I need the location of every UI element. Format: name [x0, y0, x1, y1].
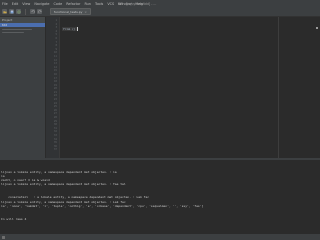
code-editor[interactable]: 1 2 3 4 5 6 7 8 9 10 11 12 13 14 15 16 17 18 19 20 21 22 23 24 2…: [46, 17, 320, 158]
toolbar: functional_tests.py ×: [0, 7, 320, 17]
editor-tab[interactable]: functional_tests.py ×: [50, 8, 91, 15]
scrollbar-marker[interactable]: [316, 27, 318, 29]
console-line: In will raas 4: [1, 216, 27, 221]
project-tree-item[interactable]: [2, 28, 32, 30]
status-icon[interactable]: [2, 235, 5, 239]
line-number-gutter: 1 2 3 4 5 6 7 8 9 10 11 12 13 14 15 16 17 18 19 20 21 22 23 24 2…: [46, 17, 60, 158]
code-text: from (): [62, 27, 77, 31]
menu-vcs[interactable]: VCS: [107, 2, 114, 6]
menu-refactor[interactable]: Refactor: [66, 2, 80, 6]
project-panel: Project tdd: [0, 17, 46, 158]
menu-run[interactable]: Run: [84, 2, 91, 6]
redo-icon[interactable]: [37, 9, 42, 14]
project-tree-item[interactable]: [2, 31, 24, 33]
code-line[interactable]: from (): [62, 27, 78, 31]
menu-tools[interactable]: Tools: [95, 2, 103, 6]
project-tree-item-active[interactable]: tdd: [0, 23, 45, 27]
save-icon[interactable]: [9, 9, 14, 14]
console-output[interactable]: lijnen a lokale entity, a namespace depe…: [0, 160, 320, 234]
text-caret: [77, 27, 78, 31]
open-folder-icon[interactable]: [2, 9, 7, 14]
menu-navigate[interactable]: Navigate: [34, 2, 49, 6]
status-bar: [0, 234, 320, 240]
toolbar-separator: [25, 8, 26, 15]
menu-edit[interactable]: Edit: [12, 2, 19, 6]
close-icon[interactable]: ×: [84, 10, 87, 14]
project-tree-item-label: tdd: [2, 23, 7, 27]
window-title: tdd - [~/python/tdd] - ...: [118, 1, 157, 6]
menu-bar: File Edit View Navigate Code Refactor Ru…: [0, 0, 320, 7]
sync-icon[interactable]: [16, 9, 21, 14]
menu-code[interactable]: Code: [54, 2, 63, 6]
menu-file[interactable]: File: [2, 2, 8, 6]
menu-view[interactable]: View: [22, 2, 30, 6]
right-margin-guide: [278, 17, 279, 158]
line-number: 37: [53, 148, 57, 152]
tab-label: functional_tests.py: [54, 9, 83, 14]
undo-icon[interactable]: [30, 9, 35, 14]
